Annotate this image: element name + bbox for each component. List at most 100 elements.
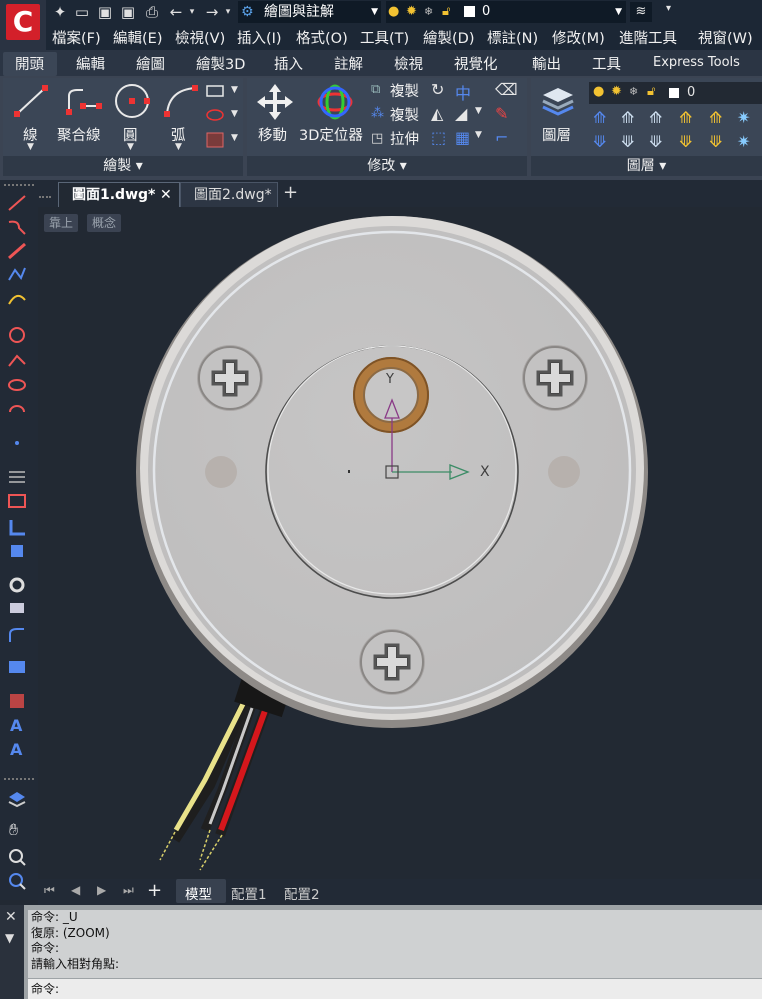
- polyline-icon[interactable]: [63, 86, 103, 116]
- wipeout-icon[interactable]: [7, 600, 27, 618]
- mtext-icon[interactable]: A: [10, 716, 22, 735]
- polygon-icon[interactable]: [7, 266, 27, 284]
- redo-dropdown-icon[interactable]: ▾: [222, 2, 234, 22]
- tab-insert[interactable]: 插入: [274, 53, 303, 74]
- chevron-down-icon[interactable]: ▼: [231, 85, 238, 95]
- new-tab-plus-icon[interactable]: +: [283, 182, 298, 203]
- offset-icon[interactable]: ⬚: [431, 128, 446, 147]
- undo-dropdown-icon[interactable]: ▾: [186, 2, 198, 22]
- new-icon[interactable]: ✦: [50, 2, 70, 22]
- layer-icon[interactable]: [7, 790, 27, 808]
- point-icon[interactable]: [7, 434, 27, 452]
- layer-tool-icon[interactable]: ⟱: [649, 132, 662, 151]
- layout-tab-model-label[interactable]: 模型: [185, 883, 212, 903]
- chevron-down-icon[interactable]: ▼: [127, 142, 134, 152]
- chevron-down-icon[interactable]: ▼: [475, 106, 482, 116]
- mirror-center-icon[interactable]: 中: [455, 80, 471, 104]
- text-icon[interactable]: A: [10, 740, 22, 759]
- tab-tools[interactable]: 工具: [592, 53, 621, 74]
- chevron-down-icon[interactable]: ▼: [231, 133, 238, 143]
- command-input[interactable]: 命令:: [28, 979, 762, 999]
- layer-tool-icon[interactable]: ⟱: [679, 132, 692, 151]
- menu-file[interactable]: 檔案(F): [52, 27, 101, 48]
- menu-window[interactable]: 視窗(W): [698, 27, 753, 48]
- rotate-icon[interactable]: ↻: [431, 80, 444, 99]
- ellipse-icon[interactable]: [206, 108, 226, 122]
- layer-tool-icon[interactable]: ⟰: [709, 108, 722, 127]
- menu-edit[interactable]: 編輯(E): [113, 27, 162, 48]
- gizmo-3d-button[interactable]: 3D定位器: [299, 124, 363, 145]
- layer-tool-icon[interactable]: ✷: [737, 132, 750, 151]
- save-icon[interactable]: ▣: [95, 2, 115, 22]
- trim-icon[interactable]: ⌐: [495, 128, 508, 147]
- layer-tool-icon[interactable]: ✷: [737, 108, 750, 127]
- doc-tab-active[interactable]: 圖面1.dwg* ✕: [58, 182, 180, 208]
- pan-icon[interactable]: ✋︎: [9, 820, 18, 840]
- rectangle-icon[interactable]: [206, 84, 226, 98]
- print-icon[interactable]: ⎙: [142, 2, 162, 22]
- erase-icon[interactable]: ⌫: [495, 80, 518, 99]
- close-icon[interactable]: ✕: [160, 183, 172, 207]
- construction-line-icon[interactable]: [7, 242, 27, 260]
- copy-button[interactable]: 複製: [390, 80, 419, 101]
- menu-format[interactable]: 格式(O): [296, 27, 348, 48]
- undo-icon[interactable]: ←: [166, 2, 186, 22]
- move-icon[interactable]: [255, 82, 295, 122]
- open-icon[interactable]: ▭: [72, 2, 92, 22]
- menu-modify[interactable]: 修改(M): [552, 27, 605, 48]
- donut-icon[interactable]: [7, 576, 27, 594]
- rectangle-icon[interactable]: [7, 492, 27, 510]
- first-layout-icon[interactable]: ⏮: [44, 883, 55, 898]
- table-icon[interactable]: [7, 658, 27, 676]
- layer-tool-icon[interactable]: ⟰: [679, 108, 692, 127]
- chevron-down-icon[interactable]: ▼: [175, 142, 182, 152]
- drawing-canvas[interactable]: 靠上 概念 Y X: [38, 207, 762, 879]
- prev-layout-icon[interactable]: ◀: [71, 883, 80, 897]
- layout-tab-1[interactable]: 配置1: [231, 883, 267, 903]
- tab-drawing[interactable]: 繪圖: [136, 53, 165, 74]
- layer-tool-icon[interactable]: ⟱: [621, 132, 634, 151]
- region-icon[interactable]: [7, 518, 27, 536]
- polyline-icon[interactable]: [7, 218, 27, 236]
- hatch-icon[interactable]: [7, 468, 27, 486]
- layer-button[interactable]: 圖層: [542, 124, 571, 145]
- menu-draw[interactable]: 繪製(D): [423, 27, 474, 48]
- zoom-realtime-icon[interactable]: [7, 848, 27, 866]
- fillet-icon[interactable]: ◢: [455, 104, 467, 123]
- layer-quick-selector[interactable]: ● ✹ ❄ 🔓︎ 0 ▼: [386, 1, 626, 23]
- layer-dropdown[interactable]: ● ✹ ❄ 🔓︎ 0: [589, 82, 762, 104]
- layer-match-icon[interactable]: ≋: [630, 2, 652, 22]
- hatch-icon[interactable]: [206, 132, 226, 148]
- circle-icon[interactable]: [7, 326, 27, 344]
- layer-tool-icon[interactable]: ⟰: [621, 108, 634, 127]
- draw-panel-title[interactable]: 繪製 ▾: [3, 156, 243, 176]
- customize-qat-icon[interactable]: ▾: [666, 3, 671, 14]
- chevron-down-icon[interactable]: ▼: [5, 931, 14, 945]
- tab-home-label[interactable]: 開頭: [15, 53, 44, 74]
- gradient-icon[interactable]: [7, 692, 27, 710]
- add-layout-icon[interactable]: +: [147, 880, 162, 901]
- layer-tool-icon[interactable]: ⟰: [593, 108, 606, 127]
- tab-express-tools[interactable]: Express Tools: [653, 55, 740, 70]
- ellipse-arc-icon[interactable]: [7, 400, 27, 418]
- tab-visualize[interactable]: 視覺化: [454, 53, 498, 74]
- circle-icon[interactable]: [113, 82, 151, 120]
- menu-view[interactable]: 檢視(V): [175, 27, 225, 48]
- layer-tool-icon[interactable]: ⟰: [649, 108, 662, 127]
- layout-tab-2[interactable]: 配置2: [284, 883, 320, 903]
- arc-icon[interactable]: [163, 84, 199, 118]
- line-icon[interactable]: [13, 84, 49, 118]
- arc-icon[interactable]: [7, 350, 27, 368]
- mirror-icon[interactable]: ◭: [431, 104, 443, 123]
- stretch-button[interactable]: 拉伸: [390, 128, 419, 149]
- tab-output[interactable]: 輸出: [532, 53, 561, 74]
- toolbar-grip[interactable]: [4, 778, 34, 780]
- chevron-down-icon[interactable]: ▼: [475, 130, 482, 140]
- revision-cloud-icon[interactable]: [7, 626, 27, 644]
- move-button[interactable]: 移動: [258, 124, 287, 145]
- spline-icon[interactable]: [7, 290, 27, 308]
- explode-icon[interactable]: ✎: [495, 104, 508, 123]
- copy-array-button[interactable]: 複製: [390, 104, 419, 125]
- modify-panel-title[interactable]: 修改 ▾: [247, 156, 527, 176]
- menu-dimension[interactable]: 標註(N): [487, 27, 538, 48]
